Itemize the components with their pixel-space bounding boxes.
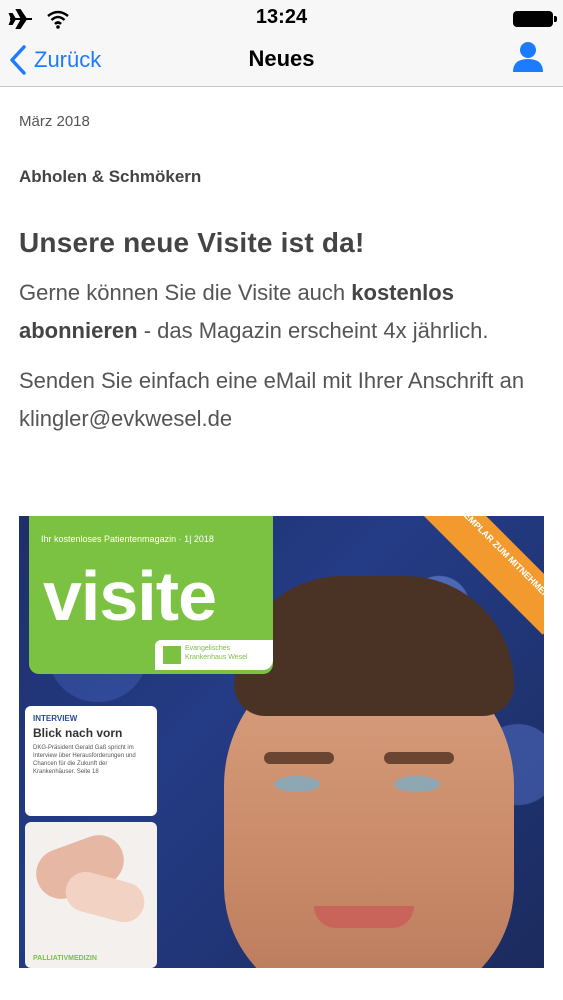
article-paragraph-1: Gerne können Sie die Visite auch kostenl…: [19, 274, 544, 350]
portrait-brow-right: [384, 752, 454, 764]
cover-tagline: Ihr kostenloses Patientenmagazin · 1| 20…: [41, 534, 214, 544]
visite-wordmark: visite: [43, 557, 217, 635]
status-bar: 13:24: [0, 0, 563, 38]
portrait-hair: [234, 576, 514, 716]
portrait-mouth: [314, 906, 414, 928]
card-title: Blick nach vorn: [33, 726, 123, 740]
article-date: März 2018: [19, 113, 90, 130]
card-text: DKG-Präsident Gerald Gaß spricht im Inte…: [33, 745, 136, 775]
page-title: Neues: [248, 46, 315, 71]
battery-icon: [513, 11, 557, 27]
hospital-mark-icon: [163, 646, 181, 664]
hospital-logo: Evangelisches Krankenhaus Wesel: [155, 640, 273, 670]
navigation-bar: Zurück Neues: [0, 38, 563, 87]
cover-hands-photo: PALLIATIVMEDIZIN: [25, 822, 157, 968]
magazine-cover-image: Ihr kostenloses Patientenmagazin · 1| 20…: [19, 516, 544, 968]
photo-label: PALLIATIVMEDIZIN: [33, 955, 97, 962]
user-profile-icon[interactable]: [511, 40, 545, 74]
article-section: Abholen & Schmökern: [19, 167, 202, 186]
photo-hand: [61, 867, 149, 927]
card-kicker: INTERVIEW: [33, 714, 78, 723]
cover-interview-card: INTERVIEW Blick nach vorn DKG-Präsident …: [25, 706, 157, 816]
visite-logo: Ihr kostenloses Patientenmagazin · 1| 20…: [29, 516, 273, 674]
hospital-name: Evangelisches Krankenhaus Wesel: [185, 645, 248, 661]
article: März 2018 Abholen & Schmökern Unsere neu…: [19, 86, 544, 438]
paragraph-1-text-b: - das Magazin erscheint 4x jährlich.: [137, 318, 489, 343]
portrait-brow-left: [264, 752, 334, 764]
paragraph-1-text-a: Gerne können Sie die Visite auch: [19, 280, 352, 305]
status-time: 13:24: [255, 6, 308, 28]
article-paragraph-2: Senden Sie einfach eine eMail mit Ihrer …: [19, 368, 525, 431]
article-headline: Unsere neue Visite ist da!: [19, 227, 365, 258]
portrait-eye-left: [274, 776, 320, 792]
portrait-eye-right: [394, 776, 440, 792]
